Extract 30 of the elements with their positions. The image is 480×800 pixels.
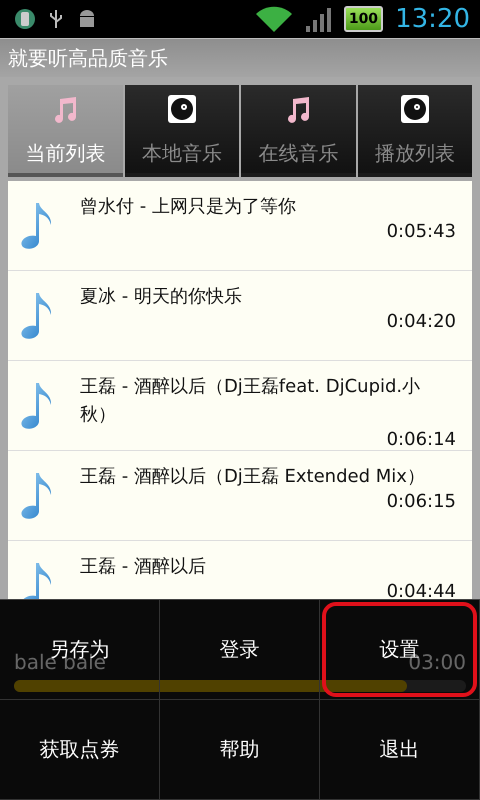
wifi-icon — [254, 4, 294, 34]
song-row[interactable]: 曾水付 - 上网只是为了等你 0:05:43 — [8, 181, 472, 271]
tab[interactable]: 本地音乐 — [124, 85, 239, 177]
song-title: 王磊 - 酒醉以后 — [80, 555, 207, 579]
tab[interactable]: 播放列表 — [358, 85, 472, 177]
disc-icon — [400, 95, 429, 123]
menu-item[interactable]: 帮助 — [162, 702, 317, 797]
song-title: 夏冰 - 明天的你快乐 — [80, 285, 243, 309]
app-title: 就要听高品质音乐 — [8, 44, 168, 72]
song-title: 曾水付 - 上网只是为了等你 — [80, 195, 297, 219]
disc-icon — [168, 95, 196, 123]
song-duration: 0:06:15 — [386, 491, 456, 514]
song-duration: 0:05:43 — [386, 221, 456, 244]
battery-level: 100 — [344, 6, 384, 32]
clock-time: 13:20 — [395, 4, 470, 34]
menu-item[interactable]: 退出 — [322, 702, 477, 797]
menu-item[interactable]: 登录 — [162, 602, 317, 697]
menu-item[interactable]: 获取点券 — [2, 702, 157, 797]
song-row[interactable]: 王磊 - 酒醉以后（Dj王磊feat. DjCupid.小秋） 0:06:14 — [8, 361, 472, 451]
signal-icon — [306, 6, 332, 32]
usb-icon — [48, 8, 64, 30]
song-title: 王磊 - 酒醉以后（Dj王磊feat. DjCupid.小秋） — [80, 375, 422, 427]
tab[interactable]: 在线音乐 — [241, 85, 356, 177]
song-duration: 0:06:14 — [386, 429, 456, 452]
song-row[interactable]: 夏冰 - 明天的你快乐 0:04:20 — [8, 271, 472, 361]
song-duration: 0:04:44 — [386, 581, 456, 604]
song-row[interactable]: 王磊 - 酒醉以后（Dj王磊 Extended Mix） 0:06:15 — [8, 451, 472, 541]
song-title: 王磊 - 酒醉以后（Dj王磊 Extended Mix） — [80, 465, 426, 489]
song-duration: 0:04:20 — [386, 311, 456, 334]
phone-icon — [14, 8, 36, 30]
